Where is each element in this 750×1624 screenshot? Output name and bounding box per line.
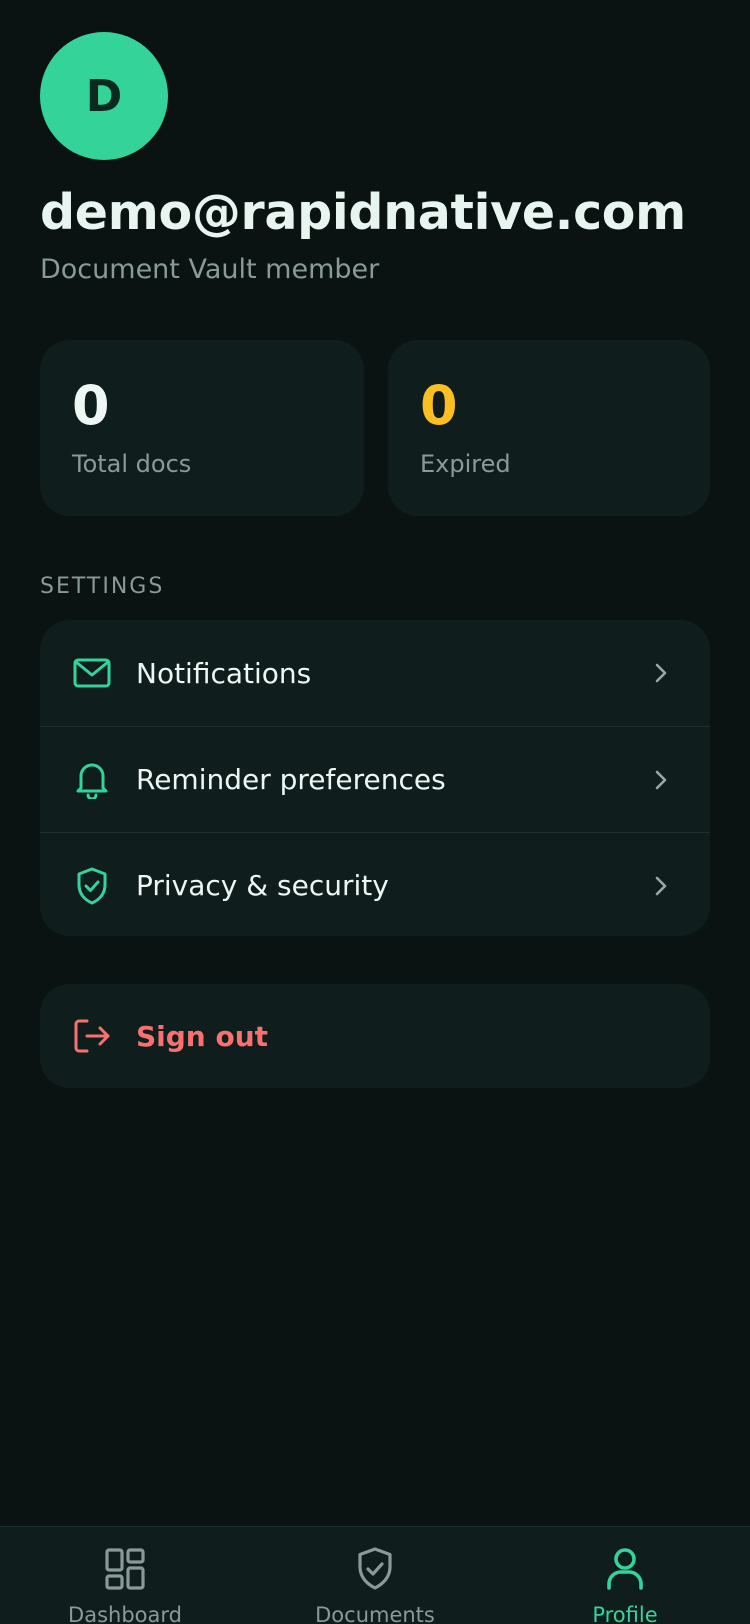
user-email: demo@rapidnative.com — [40, 184, 686, 241]
bell-icon — [72, 760, 112, 800]
stat-label-total-docs: Total docs — [72, 450, 192, 478]
tab-label: Documents — [315, 1603, 435, 1624]
tab-documents[interactable]: Documents — [250, 1527, 500, 1624]
sign-out-icon — [72, 1016, 112, 1056]
settings-section-title: SETTINGS — [40, 574, 165, 599]
chevron-right-icon — [648, 661, 672, 685]
tab-label: Profile — [592, 1603, 658, 1624]
stat-value-expired: 0 — [420, 374, 458, 437]
stat-card-expired: 0 Expired — [388, 340, 710, 516]
settings-item-notifications[interactable]: Notifications — [40, 620, 710, 726]
chevron-right-icon — [648, 768, 672, 792]
settings-list: Notifications Reminder preferences Priva… — [40, 620, 710, 936]
avatar-initial: D — [85, 70, 123, 122]
bottom-tab-bar: Dashboard Documents Profile — [0, 1526, 750, 1624]
stat-card-total-docs: 0 Total docs — [40, 340, 364, 516]
tab-label: Dashboard — [68, 1603, 182, 1624]
stat-value-total-docs: 0 — [72, 374, 110, 437]
settings-item-label: Notifications — [136, 656, 312, 690]
mail-icon — [72, 653, 112, 693]
member-subtitle: Document Vault member — [40, 254, 380, 285]
settings-item-reminder-preferences[interactable]: Reminder preferences — [40, 726, 710, 832]
stat-label-expired: Expired — [420, 450, 511, 478]
sign-out-button[interactable]: Sign out — [40, 984, 710, 1088]
user-icon — [601, 1545, 649, 1593]
avatar: D — [40, 32, 168, 160]
tab-profile[interactable]: Profile — [500, 1527, 750, 1624]
chevron-right-icon — [648, 874, 672, 898]
tab-dashboard[interactable]: Dashboard — [0, 1527, 250, 1624]
shield-check-icon — [72, 866, 112, 906]
settings-item-label: Reminder preferences — [136, 763, 446, 796]
shield-check-icon — [351, 1545, 399, 1593]
profile-screen: D demo@rapidnative.com Document Vault me… — [0, 0, 750, 1624]
settings-item-privacy-security[interactable]: Privacy & security — [40, 832, 710, 936]
sign-out-label: Sign out — [136, 1019, 269, 1053]
settings-item-label: Privacy & security — [136, 869, 389, 902]
grid-icon — [101, 1545, 149, 1593]
